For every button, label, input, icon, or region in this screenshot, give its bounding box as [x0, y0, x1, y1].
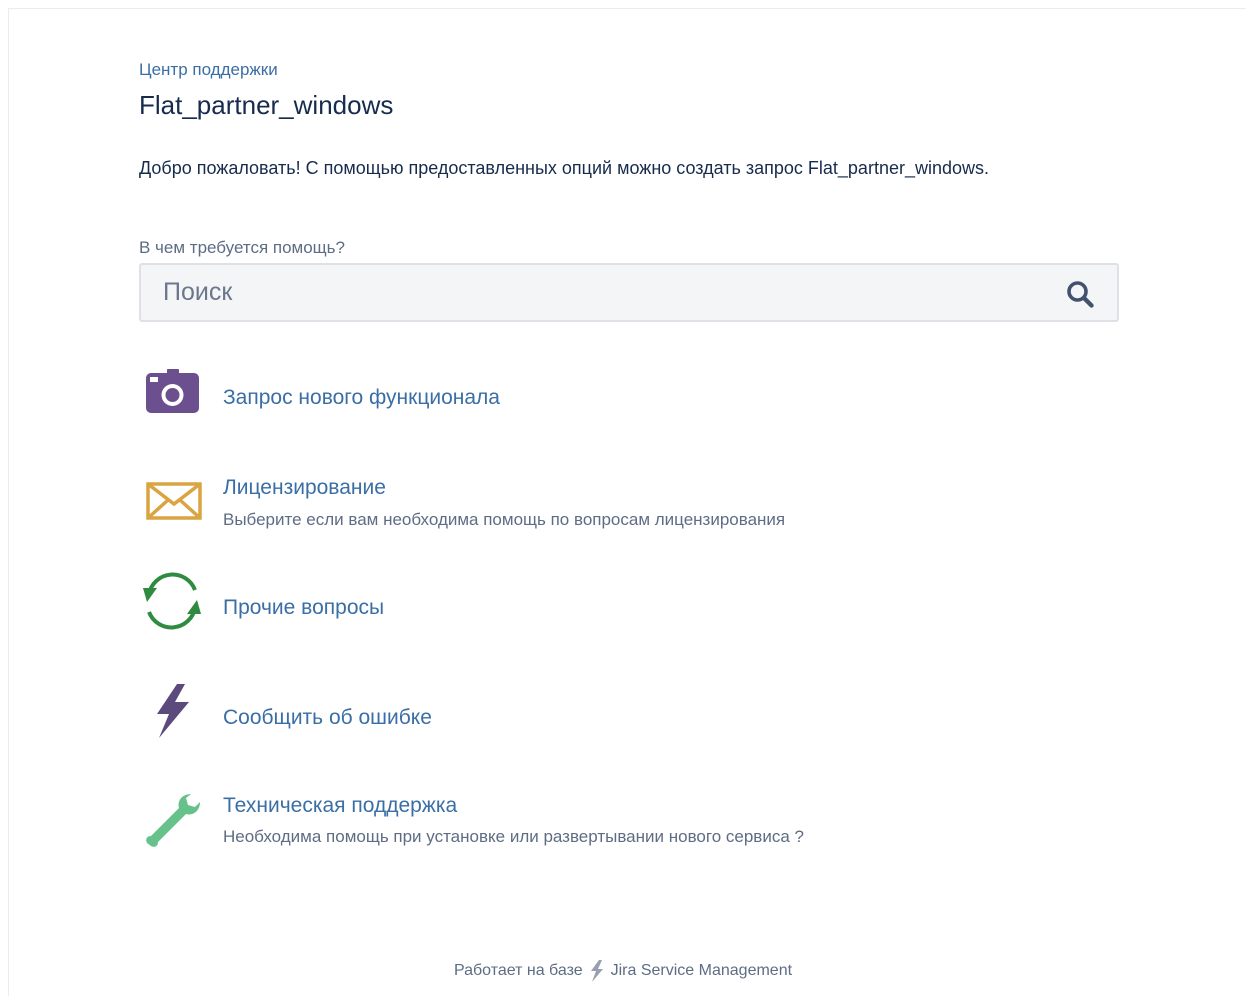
- search-box[interactable]: [139, 263, 1119, 322]
- request-type-other[interactable]: Прочие вопросы: [139, 568, 1039, 638]
- request-type-feature[interactable]: Запрос нового функционала: [139, 366, 1039, 436]
- lightning-icon: [157, 684, 189, 738]
- search-input[interactable]: [163, 265, 1043, 320]
- wrench-icon: [146, 794, 200, 847]
- page-title: Flat_partner_windows: [139, 90, 394, 120]
- request-type-title[interactable]: Техническая поддержка: [223, 794, 457, 818]
- request-type-title[interactable]: Запрос нового функционала: [223, 386, 500, 410]
- request-type-description: Необходима помощь при установке или разв…: [223, 827, 804, 846]
- refresh-icon: [143, 572, 201, 630]
- request-type-bug[interactable]: Сообщить об ошибке: [139, 680, 1039, 750]
- request-type-title[interactable]: Прочие вопросы: [223, 596, 384, 620]
- request-type-description: Выберите если вам необходима помощь по в…: [223, 510, 786, 529]
- request-type-tech-support[interactable]: Техническая поддержка Необходима помощь …: [139, 792, 1039, 862]
- request-type-licensing[interactable]: Лицензирование Выберите если вам необход…: [139, 474, 1039, 544]
- search-icon[interactable]: [1065, 279, 1095, 309]
- jira-bolt-icon: [590, 960, 603, 982]
- footer: Работает на базе Jira Service Management: [0, 959, 1246, 983]
- request-type-title[interactable]: Лицензирование: [223, 476, 386, 500]
- request-type-title[interactable]: Сообщить об ошибке: [223, 706, 432, 730]
- footer-product-link[interactable]: Jira Service Management: [611, 962, 792, 980]
- envelope-icon: [146, 482, 202, 520]
- welcome-message: Добро пожаловать! С помощью предоставлен…: [139, 158, 989, 178]
- camera-icon: [146, 369, 199, 413]
- breadcrumb-help-center[interactable]: Центр поддержки: [139, 60, 278, 80]
- search-label: В чем требуется помощь?: [139, 238, 345, 257]
- footer-powered-by: Работает на базе: [453, 962, 583, 979]
